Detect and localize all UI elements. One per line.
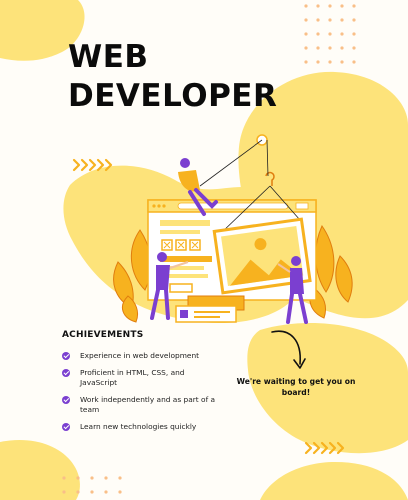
page-title: WEB DEVELOPER <box>68 38 318 116</box>
check-circle-icon <box>62 368 70 377</box>
web-developer-illustration <box>113 134 353 324</box>
curved-arrow-icon <box>271 330 306 369</box>
check-circle-icon <box>62 395 70 404</box>
check-circle-icon <box>62 422 70 431</box>
achievements-list: Experience in web development Proficient… <box>62 351 222 438</box>
achievements-heading: ACHIEVEMENTS <box>62 330 144 340</box>
check-circle-icon <box>62 352 70 360</box>
achievement-item: Work independently and as part of a team <box>62 395 222 416</box>
chevrons-right-icon-bottom <box>304 441 345 455</box>
achievement-item: Experience in web development <box>62 351 222 362</box>
achievement-item: Learn new technologies quickly <box>62 422 222 433</box>
achievement-item: Proficient in HTML, CSS, and JavaScript <box>62 368 222 389</box>
call-to-action-text: We're waiting to get you on board! <box>236 377 356 397</box>
title-line-2: DEVELOPER <box>68 78 278 114</box>
title-line-1: WEB <box>68 39 149 75</box>
